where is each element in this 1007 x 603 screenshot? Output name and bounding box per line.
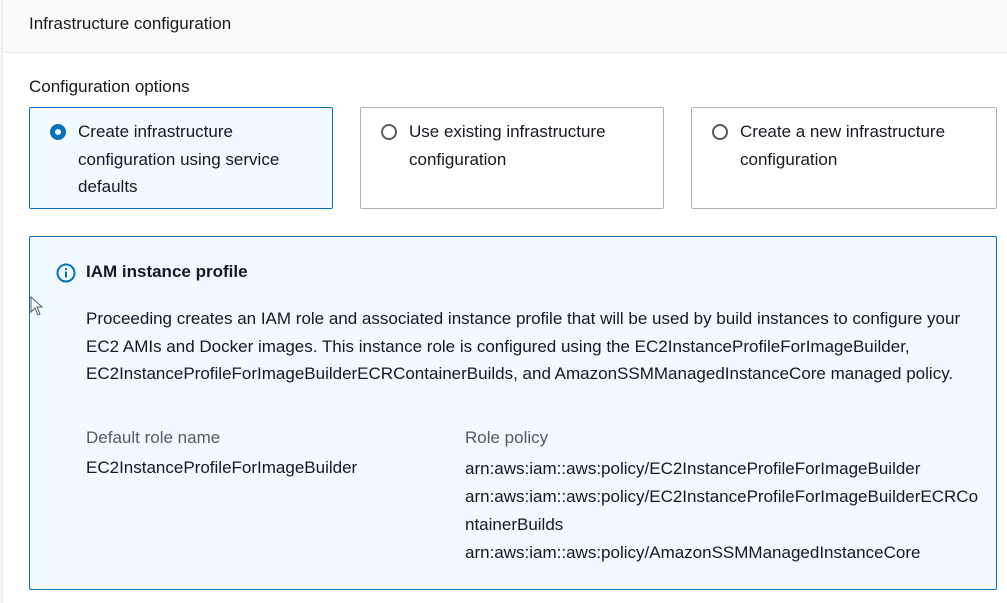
role-policy-list: arn:aws:iam::aws:policy/EC2InstanceProfi… [465, 455, 985, 567]
info-box-title: IAM instance profile [86, 262, 248, 281]
panel-title: Infrastructure configuration [29, 14, 232, 33]
option-tile-create-new[interactable]: Create a new infrastructure configuratio… [691, 107, 997, 209]
option-label-create-new: Create a new infrastructure configuratio… [740, 122, 946, 169]
option-label-service-defaults: Create infrastructure configuration usin… [78, 122, 280, 196]
panel-header: Infrastructure configuration [3, 0, 1007, 53]
configuration-options-label: Configuration options [29, 77, 190, 96]
info-box-description: Proceeding creates an IAM role and assoc… [86, 309, 961, 383]
role-policy-item: arn:aws:iam::aws:policy/EC2InstanceProfi… [465, 487, 979, 534]
iam-instance-profile-info-box: IAM instance profile Proceeding creates … [29, 236, 997, 590]
default-role-name-value: EC2InstanceProfileForImageBuilder [86, 458, 358, 477]
infrastructure-configuration-panel: Infrastructure configuration Configurati… [2, 0, 1007, 603]
page: Infrastructure configuration Configurati… [0, 0, 1007, 603]
info-icon [56, 263, 76, 283]
radio-button-use-existing[interactable] [381, 124, 397, 140]
role-policy-item: arn:aws:iam::aws:policy/EC2InstanceProfi… [465, 459, 921, 478]
radio-button-create-new[interactable] [712, 124, 728, 140]
role-policy-item: arn:aws:iam::aws:policy/AmazonSSMManaged… [465, 543, 921, 562]
option-label-use-existing: Use existing infrastructure configuratio… [409, 122, 606, 169]
role-policy-label: Role policy [465, 428, 549, 447]
default-role-name-label: Default role name [86, 428, 221, 447]
radio-button-service-defaults[interactable] [50, 124, 66, 140]
option-tile-use-existing[interactable]: Use existing infrastructure configuratio… [360, 107, 664, 209]
option-tile-service-defaults[interactable]: Create infrastructure configuration usin… [29, 107, 333, 209]
mouse-cursor-icon [30, 295, 44, 316]
